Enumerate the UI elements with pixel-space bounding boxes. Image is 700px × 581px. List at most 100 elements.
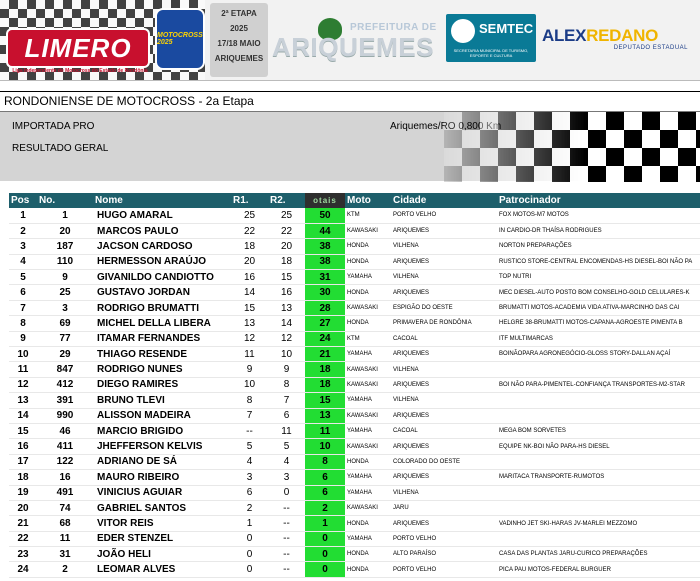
cell-number: 68	[37, 515, 93, 532]
cell-patrocinador: VADINHO JET SKI-HARAS JV-MARLEI MEZZOMO	[497, 515, 700, 532]
motocross-logo-text: MOTOCROSS 2025	[157, 32, 203, 46]
cell-total: 6	[305, 469, 345, 486]
cell-name: DIEGO RAMIRES	[93, 377, 231, 394]
cell-r2: 8	[268, 377, 305, 394]
cell-cidade: CACOAL	[391, 423, 497, 440]
category-name: IMPORTADA PRO	[12, 121, 95, 132]
cell-cidade: ARIQUEMES	[391, 223, 497, 240]
cell-name: THIAGO RESENDE	[93, 346, 231, 363]
table-row: 8 69 MICHEL DELLA LIBERA 13 14 27 HONDA PRIMAVE…	[9, 315, 700, 332]
etapa-info: 2ª ETAPA 2025 17/18 MAIO ARIQUEMES	[210, 3, 268, 77]
cell-r2: 10	[268, 346, 305, 363]
cell-pos: 18	[9, 469, 37, 486]
cell-patrocinador: PICA PAU MOTOS-FEDERAL BURGUER	[497, 561, 700, 578]
cell-cidade: ARIQUEMES	[391, 438, 497, 455]
cell-patrocinador	[497, 500, 700, 517]
cell-cidade: VILHENA	[391, 361, 497, 378]
cell-r2: 20	[268, 238, 305, 255]
header-r1: R1.	[231, 193, 268, 208]
etapa-year: 2025	[230, 24, 248, 33]
table-row: 1 1 HUGO AMARAL 25 25 50 KTM PORTO VELHO FOX MOT…	[9, 208, 700, 224]
cell-moto: HONDA	[345, 254, 391, 271]
cell-pos: 3	[9, 238, 37, 255]
cell-r1: 8	[231, 392, 268, 409]
results-body: 1 1 HUGO AMARAL 25 25 50 KTM PORTO VELHO FOX MOT…	[9, 208, 700, 578]
cell-number: 491	[37, 485, 93, 501]
cell-name: MARCOS PAULO	[93, 223, 231, 240]
cell-number: 122	[37, 454, 93, 471]
cell-r1: 25	[231, 208, 268, 224]
cell-r1: --	[231, 423, 268, 440]
table-row: 4 110 HERMESSON ARAÚJO 20 18 38 HONDA ARIQUEMES…	[9, 254, 700, 271]
cell-cidade: PORTO VELHO	[391, 531, 497, 548]
cell-patrocinador: FOX MOTOS-M7 MOTOS	[497, 208, 700, 224]
cell-total: 0	[305, 531, 345, 548]
cell-moto: KTM	[345, 208, 391, 224]
cell-r1: 11	[231, 346, 268, 363]
cell-r1: 22	[231, 223, 268, 240]
cell-r1: 6	[231, 485, 268, 501]
cell-r2: --	[268, 561, 305, 578]
cell-name: VINICIUS AGUIAR	[93, 485, 231, 501]
cell-cidade: VILHENA	[391, 392, 497, 409]
semtec-emblem-icon	[451, 19, 475, 43]
cell-total: 38	[305, 254, 345, 271]
cell-number: 2	[37, 561, 93, 578]
table-row: 18 16 MAURO RIBEIRO 3 3 6 YAMAHA ARIQUEMES MARIT…	[9, 469, 700, 486]
event-divider	[0, 91, 700, 92]
cell-patrocinador	[497, 485, 700, 501]
cell-patrocinador: ITF MULTIMARCAS	[497, 331, 700, 348]
table-header-row: Pos No. Nome R1. R2. otais Moto Cidade P…	[9, 193, 700, 208]
cell-moto: KAWASAKI	[345, 500, 391, 517]
cell-moto: HONDA	[345, 454, 391, 471]
cell-r2: 11	[268, 423, 305, 440]
limero-logo: LIMERO	[8, 30, 148, 66]
alex-redano-name-b: REDANO	[586, 26, 659, 45]
cell-pos: 7	[9, 300, 37, 317]
header-totais: otais	[305, 193, 345, 208]
cell-moto: HONDA	[345, 561, 391, 578]
cell-cidade: ALTO PARAÍSO	[391, 546, 497, 563]
cell-name: ALISSON MADEIRA	[93, 408, 231, 424]
cell-r1: 0	[231, 561, 268, 578]
cell-patrocinador: EQUIPE NK-BOI NÃO PARA-HS DIESEL	[497, 438, 700, 455]
cell-r2: 15	[268, 269, 305, 286]
cell-total: 6	[305, 485, 345, 501]
checkered-flag-pattern	[444, 112, 700, 182]
cell-number: 411	[37, 438, 93, 455]
cell-cidade: VILHENA	[391, 485, 497, 501]
cell-patrocinador	[497, 454, 700, 471]
cell-pos: 19	[9, 485, 37, 501]
cell-r1: 10	[231, 377, 268, 394]
cell-cidade: ARIQUEMES	[391, 408, 497, 424]
cell-name: MICHEL DELLA LIBERA	[93, 315, 231, 332]
cell-moto: HONDA	[345, 315, 391, 332]
cell-total: 31	[305, 269, 345, 286]
cell-r1: 5	[231, 438, 268, 455]
cell-total: 1	[305, 515, 345, 532]
cell-total: 2	[305, 500, 345, 517]
cell-patrocinador	[497, 531, 700, 548]
cell-number: 3	[37, 300, 93, 317]
cell-r2: 6	[268, 408, 305, 424]
motocross-logo: MOTOCROSS 2025	[155, 8, 205, 70]
cell-pos: 5	[9, 269, 37, 286]
cell-r1: 12	[231, 331, 268, 348]
cell-name: BRUNO TLEVI	[93, 392, 231, 409]
cell-number: 69	[37, 315, 93, 332]
cell-name: RODRIGO NUNES	[93, 361, 231, 378]
cell-r2: 25	[268, 208, 305, 224]
cell-cidade: VILHENA	[391, 269, 497, 286]
etapa-label: 2ª ETAPA	[221, 9, 257, 18]
cell-r1: 14	[231, 284, 268, 301]
cell-patrocinador: BRUMATTI MOTOS-ACADEMIA VIDA ATIVA-MARCI…	[497, 300, 700, 317]
cell-pos: 6	[9, 284, 37, 301]
cell-total: 27	[305, 315, 345, 332]
header-pos: Pos	[9, 193, 37, 208]
etapa-city: ARIQUEMES	[214, 54, 264, 63]
cell-number: 46	[37, 423, 93, 440]
cell-name: VITOR REIS	[93, 515, 231, 532]
table-row: 7 3 RODRIGO BRUMATTI 15 13 28 KAWASAKI ESPIGÃO …	[9, 300, 700, 317]
semtec-name: SEMTEC	[479, 21, 534, 36]
cell-cidade: ESPIGÃO DO OESTE	[391, 300, 497, 317]
